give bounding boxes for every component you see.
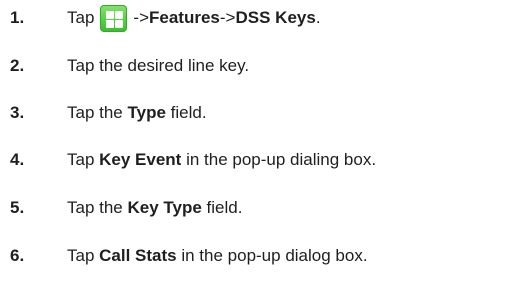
step-1: 1. Tap -> Features -> DSS Keys . — [0, 3, 505, 33]
step-text-post: in the pop-up dialing box. — [181, 150, 377, 169]
step-number: 3. — [10, 103, 25, 122]
step-6: 6. Tap Call Stats in the pop-up dialog b… — [0, 241, 505, 271]
step-text-post: field. — [165, 103, 207, 122]
step-text-pre: Tap the — [67, 103, 128, 122]
menu-grid-icon — [100, 4, 128, 32]
step-text-pre: Tap the — [67, 198, 128, 217]
step-2: 2. Tap the desired line key. — [0, 51, 505, 81]
type-label: Type — [127, 103, 166, 122]
step-number: 1. — [10, 8, 25, 27]
step-number: 6. — [10, 246, 25, 265]
arrow-text: -> — [219, 8, 236, 27]
step-text: Tap -> Features -> DSS Keys . — [67, 4, 321, 32]
key-event-label: Key Event — [99, 150, 182, 169]
step-5: 5. Tap the Key Type field. — [0, 193, 505, 223]
step-text-post: field. — [201, 198, 243, 217]
features-label: Features — [149, 8, 220, 27]
step-text-pre: Tap — [67, 246, 100, 265]
step-4: 4. Tap Key Event in the pop-up dialing b… — [0, 145, 505, 175]
key-type-label: Key Type — [127, 198, 202, 217]
step-text: Tap Call Stats in the pop-up dialog box. — [67, 246, 368, 266]
period: . — [315, 8, 321, 27]
call-stats-label: Call Stats — [99, 246, 177, 265]
step-text: Tap Key Event in the pop-up dialing box. — [67, 150, 376, 170]
step-text-pre: Tap — [67, 150, 100, 169]
step-number: 5. — [10, 198, 25, 217]
step-text: Tap the Key Type field. — [67, 198, 242, 218]
step-number: 2. — [10, 56, 25, 75]
arrow-text: -> — [133, 8, 150, 27]
step-text-post: in the pop-up dialog box. — [176, 246, 368, 265]
instruction-steps: 1. Tap -> Features -> DSS Keys . 2. Tap … — [0, 0, 505, 289]
step-3: 3. Tap the Type field. — [0, 98, 505, 128]
step-text: Tap the desired line key. — [67, 56, 250, 75]
step-number: 4. — [10, 150, 25, 169]
step-text: Tap the Type field. — [67, 103, 207, 123]
dss-keys-label: DSS Keys — [235, 8, 316, 27]
step-text-pre: Tap — [67, 8, 95, 27]
